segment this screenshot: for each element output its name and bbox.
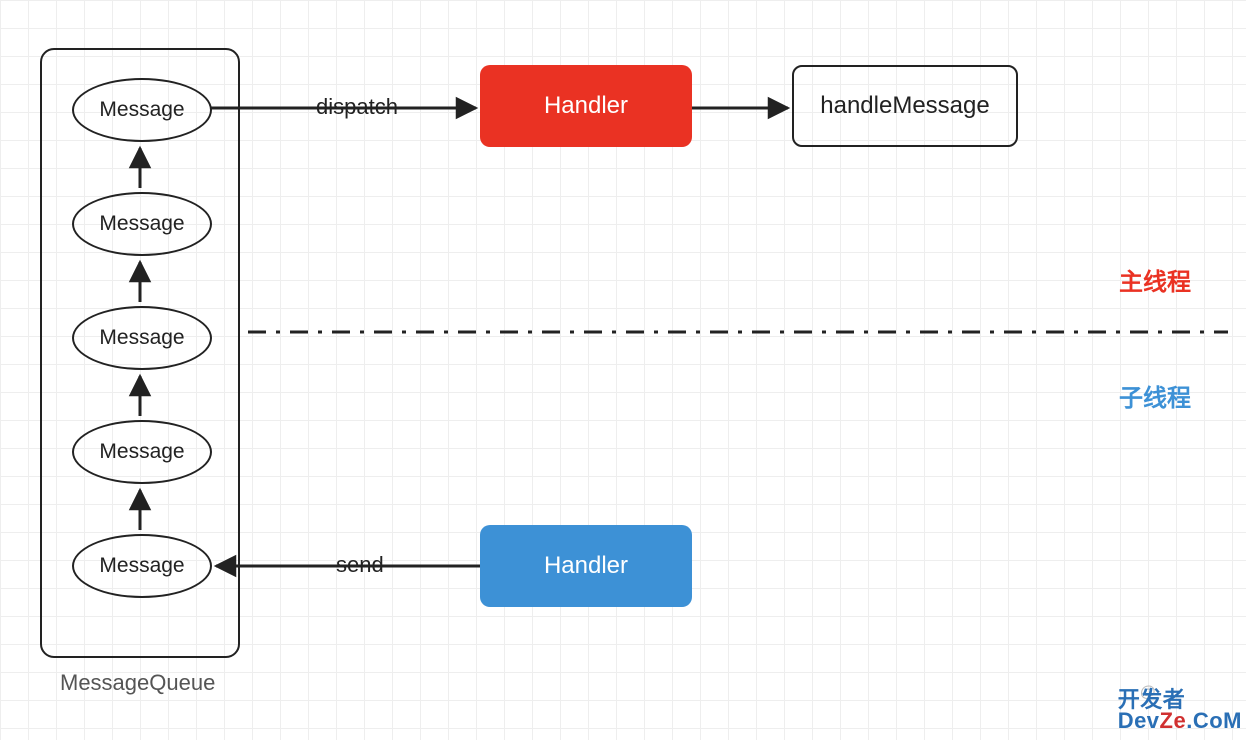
child-thread-label: 子线程 — [1119, 378, 1191, 413]
message-node-label: Message — [99, 554, 184, 578]
diagram-canvas: Message Message Message Message Message … — [0, 0, 1246, 740]
message-node-5: Message — [72, 534, 212, 598]
main-thread-label: 主线程 — [1119, 262, 1191, 297]
handler-child-label: Handler — [544, 552, 628, 580]
handler-main-thread: Handler — [480, 65, 692, 147]
message-node-label: Message — [99, 440, 184, 464]
message-queue-box: Message Message Message Message Message — [40, 48, 240, 658]
message-node-label: Message — [99, 212, 184, 236]
site-watermark: 开发者 DevZe.CoM — [1118, 690, 1242, 732]
message-node-2: Message — [72, 192, 212, 256]
message-node-label: Message — [99, 98, 184, 122]
watermark-line2c: .CoM — [1186, 708, 1242, 733]
handler-child-thread: Handler — [480, 525, 692, 607]
message-queue-label: MessageQueue — [60, 670, 215, 696]
watermark-line2a: Dev — [1118, 708, 1160, 733]
message-node-label: Message — [99, 326, 184, 350]
handle-message-box: handleMessage — [792, 65, 1018, 147]
watermark-line2b: Ze — [1160, 708, 1187, 733]
handle-message-label: handleMessage — [820, 92, 989, 120]
handler-main-label: Handler — [544, 92, 628, 120]
edge-label-send: send — [336, 552, 384, 578]
edge-label-dispatch: dispatch — [316, 94, 398, 120]
message-node-3: Message — [72, 306, 212, 370]
message-node-4: Message — [72, 420, 212, 484]
message-node-1: Message — [72, 78, 212, 142]
